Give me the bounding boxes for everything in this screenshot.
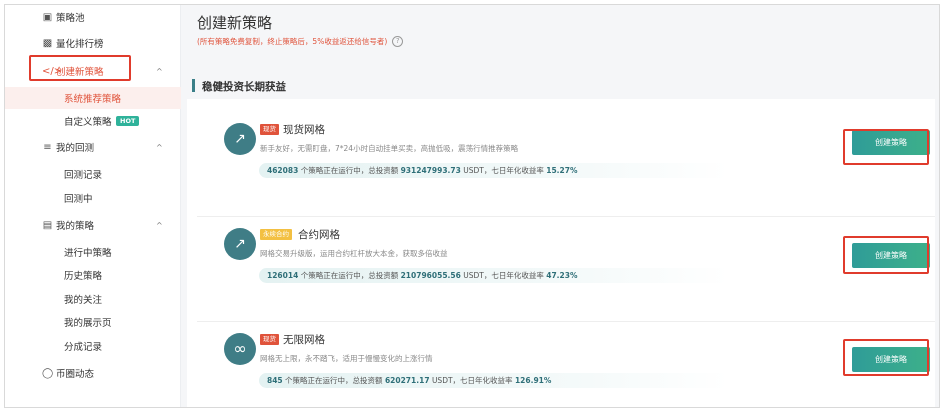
- chevron-up-icon: ^: [156, 220, 163, 230]
- card-divider: [197, 216, 935, 217]
- sidebar-item-label: 回测记录: [64, 170, 103, 181]
- hot-badge: HOT: [116, 116, 140, 126]
- app-frame: ▣ 策略池 ▩ 量化排行榜 </> 创建新策略 ^ 系统推荐策略 自定义策略 H…: [4, 4, 940, 408]
- investment-suffix: USDT，七日年化收益率: [463, 271, 544, 280]
- strategy-tag: 永续合约: [260, 229, 292, 240]
- document-icon: ▣: [42, 11, 53, 23]
- chart-up-icon: ↗: [224, 123, 256, 155]
- investment-suffix: USDT，七日年化收益率: [431, 376, 513, 385]
- sidebar-item-label: 历史策略: [64, 271, 103, 282]
- sidebar-item-label: 币圈动态: [56, 369, 95, 380]
- annual-yield: 47.23%: [546, 271, 578, 280]
- highlight-box-create-button: [843, 339, 929, 376]
- main-content: 创建新策略 (所有策略免费复制，终止策略后，5%收益返还给信号者) ? 稳健投资…: [182, 5, 939, 407]
- page-title: 创建新策略: [197, 14, 273, 32]
- strategy-card-spot-grid: ↗ 现货 现货网格 新手友好，无需盯盘，7*24小时自动挂单买卖，高抛低吸，震荡…: [197, 121, 935, 217]
- investment-suffix: USDT，七日年化收益率: [463, 166, 544, 175]
- total-investment: 620271.17: [384, 376, 430, 385]
- strategy-tag: 现货: [260, 334, 279, 345]
- sidebar-item-crypto-news[interactable]: ◯ 币圈动态: [5, 361, 181, 385]
- strategy-stats: 126014 个策略正在运行中，总投资额 210796055.56 USDT，七…: [259, 268, 729, 283]
- running-count-suffix: 个策略正在运行中，总投资额: [300, 166, 399, 175]
- strategy-name: 合约网格: [298, 229, 340, 241]
- sidebar-item-history-strategies[interactable]: 历史策略: [5, 264, 181, 286]
- strategy-card-contract-grid: ↗ 永续合约 合约网格 网格交易升级版，运用合约杠杆放大本金，获取多倍收益 12…: [197, 226, 935, 322]
- sidebar-item-label: 我的展示页: [64, 318, 112, 329]
- running-count: 845: [267, 376, 283, 385]
- subtitle-text: (所有策略免费复制，终止策略后，5%收益返还给信号者): [197, 37, 388, 46]
- sidebar-item-my-backtest[interactable]: ≡ 我的回测 ^: [5, 135, 181, 159]
- card-divider: [197, 321, 935, 322]
- sidebar-item-system-recommended[interactable]: 系统推荐策略: [5, 87, 181, 109]
- strategy-section: 稳健投资长期获益 ↗ 现货 现货网格 新手友好，无需盯盘，7*24小时自动挂单买…: [187, 69, 935, 407]
- sidebar-item-label: 回测中: [64, 194, 93, 205]
- strategy-description: 网格交易升级版，运用合约杠杆放大本金，获取多倍收益: [260, 249, 448, 258]
- chevron-up-icon: ^: [156, 142, 163, 152]
- sidebar-item-backtest-records[interactable]: 回测记录: [5, 163, 181, 185]
- highlight-box-create-button: [843, 129, 929, 165]
- total-investment: 931247993.73: [400, 166, 461, 175]
- sidebar-item-my-showcase[interactable]: 我的展示页: [5, 311, 181, 333]
- total-investment: 210796055.56: [400, 271, 461, 280]
- strategy-stats: 462083 个策略正在运行中，总投资额 931247993.73 USDT，七…: [259, 163, 729, 178]
- highlight-box-create-strategy: [29, 55, 131, 81]
- sidebar-item-running-strategies[interactable]: 进行中策略: [5, 241, 181, 263]
- strategy-tag: 现货: [260, 124, 279, 135]
- strategy-stats: 845 个策略正在运行中，总投资额 620271.17 USDT，七日年化收益率…: [259, 373, 729, 388]
- sidebar-item-label: 策略池: [56, 13, 85, 24]
- sidebar-item-strategy-pool[interactable]: ▣ 策略池: [5, 5, 181, 29]
- sidebar-item-label: 我的策略: [56, 221, 95, 232]
- strategy-description: 新手友好，无需盯盘，7*24小时自动挂单买卖，高抛低吸，震荡行情推荐策略: [260, 144, 519, 153]
- running-count: 462083: [267, 166, 299, 175]
- clipboard-icon: ▤: [42, 219, 53, 231]
- running-count-suffix: 个策略正在运行中，总投资额: [300, 271, 399, 280]
- bar-chart-icon: ▩: [42, 37, 53, 49]
- sliders-icon: ≡: [43, 141, 52, 153]
- chart-up-icon: ↗: [224, 228, 256, 260]
- annual-yield: 126.91%: [514, 376, 552, 385]
- sidebar-item-label: 自定义策略: [64, 117, 112, 128]
- chevron-up-icon: ^: [156, 66, 163, 76]
- sidebar-item-label: 我的关注: [64, 295, 103, 306]
- infinity-icon: ∞: [224, 333, 256, 365]
- globe-icon: ◯: [42, 367, 54, 379]
- strategy-name: 无限网格: [283, 334, 325, 346]
- help-icon[interactable]: ?: [392, 36, 404, 47]
- sidebar-item-label: 系统推荐策略: [64, 94, 122, 105]
- page-subtitle: (所有策略免费复制，终止策略后，5%收益返还给信号者) ?: [197, 36, 404, 47]
- running-count: 126014: [267, 271, 299, 280]
- highlight-box-create-button: [843, 236, 929, 274]
- sidebar-item-label: 量化排行榜: [56, 39, 104, 50]
- sidebar-item-my-strategies[interactable]: ▤ 我的策略 ^: [5, 213, 181, 237]
- sidebar-item-custom-strategy[interactable]: 自定义策略 HOT: [5, 110, 181, 132]
- sidebar-item-my-follows[interactable]: 我的关注: [5, 288, 181, 310]
- sidebar-item-label: 分成记录: [64, 342, 103, 353]
- strategy-card-infinite-grid: ∞ 现货 无限网格 网格无上限，永不踏飞，适用于慢慢变化的上涨行情 845 个策…: [197, 331, 935, 407]
- sidebar-item-label: 进行中策略: [64, 248, 112, 259]
- section-title: 稳健投资长期获益: [202, 81, 286, 93]
- sidebar-item-backtesting[interactable]: 回测中: [5, 187, 181, 209]
- sidebar-item-label: 我的回测: [56, 143, 95, 154]
- strategy-name: 现货网格: [283, 124, 325, 136]
- section-accent-bar: [192, 79, 195, 92]
- annual-yield: 15.27%: [546, 166, 578, 175]
- running-count-suffix: 个策略正在运行中，总投资额: [285, 376, 383, 385]
- sidebar: ▣ 策略池 ▩ 量化排行榜 </> 创建新策略 ^ 系统推荐策略 自定义策略 H…: [5, 5, 181, 407]
- strategy-description: 网格无上限，永不踏飞，适用于慢慢变化的上涨行情: [260, 354, 433, 363]
- sidebar-item-revenue-share[interactable]: 分成记录: [5, 335, 181, 357]
- section-header: 稳健投资长期获益: [187, 69, 935, 99]
- sidebar-item-quant-ranking[interactable]: ▩ 量化排行榜: [5, 31, 181, 55]
